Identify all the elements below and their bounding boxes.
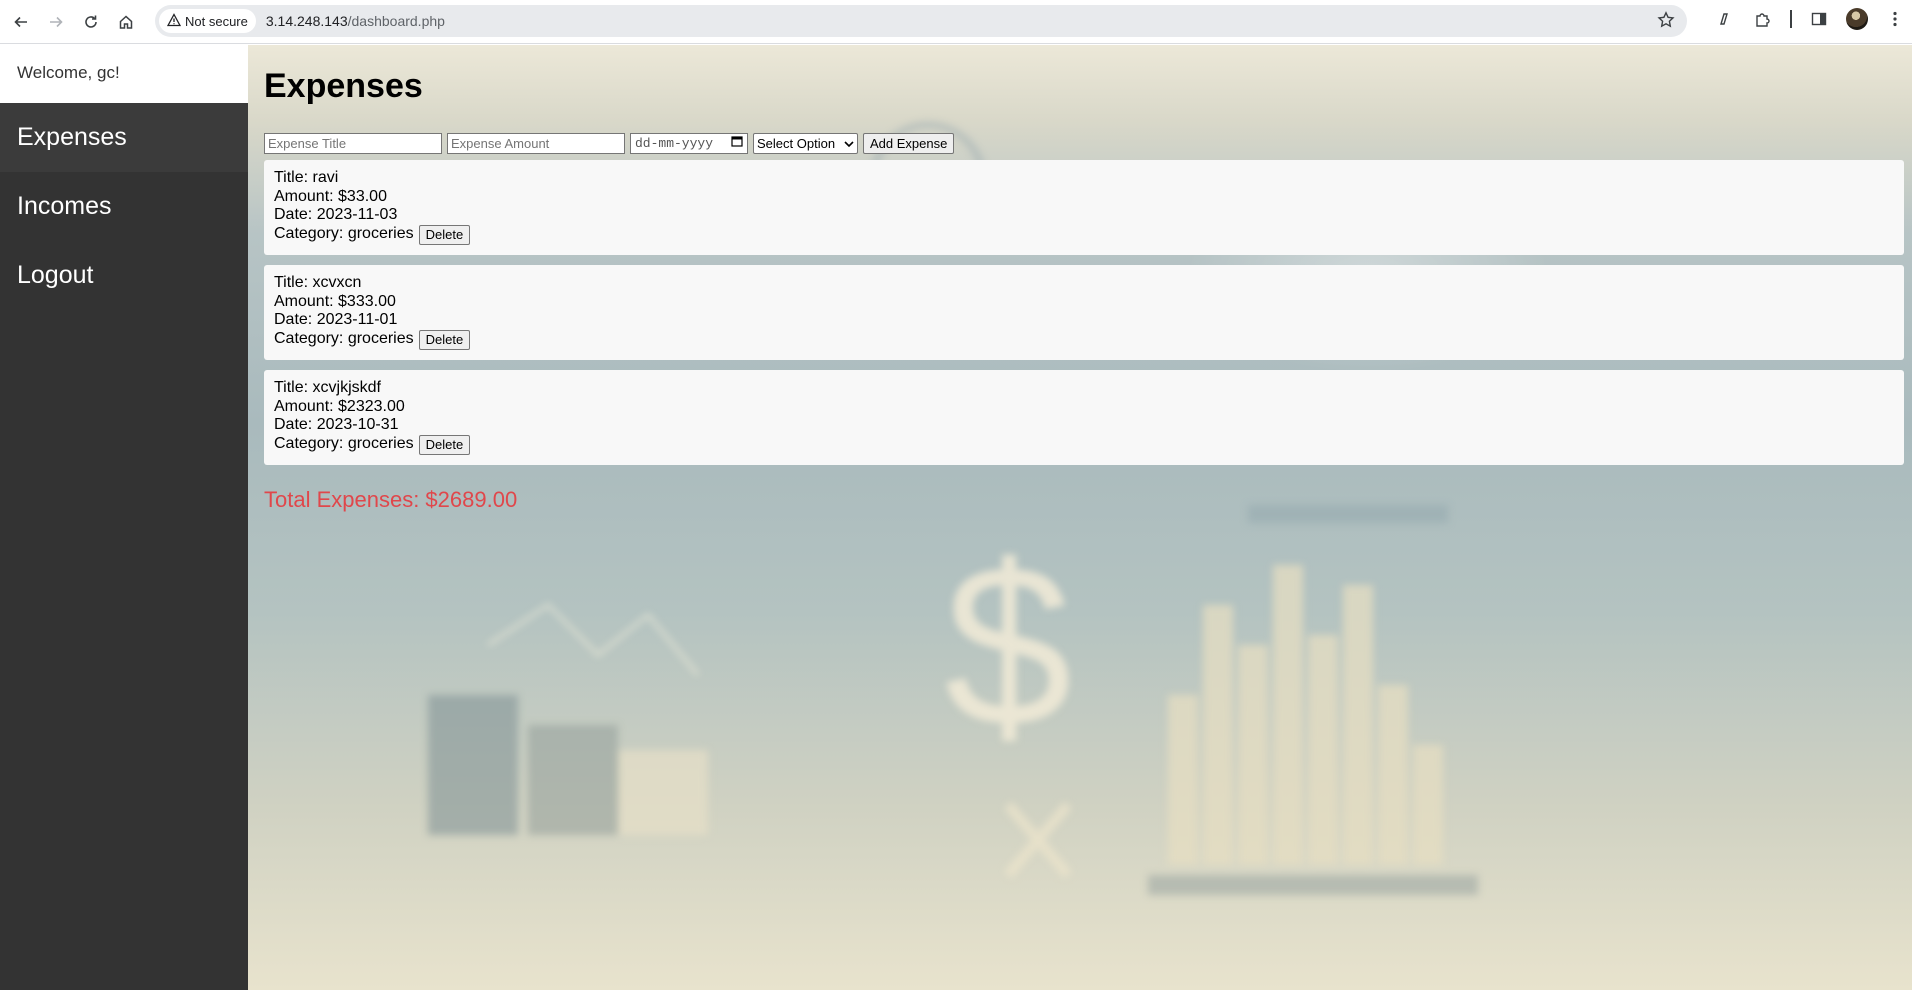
expense-amount-input[interactable] (447, 132, 625, 154)
delete-button[interactable]: Delete (418, 434, 471, 455)
expense-list: Title: ravi Amount: $33.00 Date: 2023-11… (264, 160, 1904, 465)
sidebar: Welcome, gc! Expenses Incomes Logout (0, 45, 248, 990)
expense-category: Category: groceries (274, 435, 414, 453)
expense-title: Title: ravi (274, 169, 339, 186)
expense-amount: Amount: $33.00 (274, 187, 387, 205)
browser-toolbar: Not secure 3.14.248.143/dashboard.php (0, 0, 1912, 44)
expense-category: Category: groceries (274, 330, 414, 348)
security-chip[interactable]: Not secure (159, 9, 256, 33)
expense-date-input[interactable]: dd-mm-yyyy (630, 132, 748, 154)
expense-card: Title: ravi Amount: $33.00 Date: 2023-11… (264, 160, 1904, 255)
expense-date: Date: 2023-11-01 (274, 311, 398, 328)
calendar-icon[interactable] (731, 135, 743, 151)
side-panel-icon[interactable] (1808, 8, 1830, 30)
chevron-down-icon (844, 136, 854, 151)
expenses-panel: Expenses dd-mm-yyyy Select Option Add Ex… (264, 45, 1904, 513)
expense-category: Category: groceries (274, 225, 414, 243)
add-expense-button[interactable]: Add Expense (863, 132, 955, 154)
warning-icon (166, 12, 182, 30)
url-path: /dashboard.php (347, 13, 445, 29)
forward-icon[interactable] (42, 8, 70, 36)
expense-amount: Amount: $2323.00 (274, 397, 405, 415)
sidebar-item-incomes[interactable]: Incomes (0, 172, 248, 241)
main-content: $ Expenses dd-mm-yyyy (248, 45, 1912, 990)
expense-amount: Amount: $333.00 (274, 292, 396, 310)
toolbar-actions (1714, 8, 1906, 30)
expense-category-row: Category: groceries Delete (274, 224, 1894, 245)
date-placeholder: dd-mm-yyyy (635, 135, 714, 151)
expense-title: Title: xcvxcn (274, 274, 362, 291)
star-icon[interactable] (1657, 11, 1675, 34)
toolbar-divider (1790, 10, 1792, 28)
page-title: Expenses (264, 67, 423, 105)
sidebar-item-expenses[interactable]: Expenses (0, 103, 248, 172)
url-text[interactable]: 3.14.248.143/dashboard.php (266, 13, 445, 29)
address-bar[interactable]: Not secure 3.14.248.143/dashboard.php (155, 5, 1687, 37)
url-host: 3.14.248.143 (265, 13, 348, 29)
home-icon[interactable] (112, 8, 140, 36)
total-expenses: Total Expenses: $2689.00 (264, 487, 518, 512)
sidebar-item-logout[interactable]: Logout (0, 241, 248, 310)
svg-text:$: $ (944, 517, 1072, 774)
category-select[interactable]: Select Option (753, 132, 858, 154)
welcome-message: Welcome, gc! (0, 45, 248, 103)
delete-button[interactable]: Delete (418, 329, 471, 350)
add-expense-form: dd-mm-yyyy Select Option Add Expense (264, 132, 1904, 154)
expense-category-row: Category: groceries Delete (274, 434, 1894, 455)
delete-button[interactable]: Delete (418, 224, 471, 245)
back-icon[interactable] (7, 8, 35, 36)
puzzle-icon[interactable] (1752, 8, 1774, 30)
expense-title: Title: xcvjkjskdf (274, 379, 381, 396)
expense-date: Date: 2023-10-31 (274, 416, 399, 433)
expense-date: Date: 2023-11-03 (274, 206, 398, 223)
expense-card: Title: xcvxcn Amount: $333.00 Date: 2023… (264, 265, 1904, 360)
extension-icon[interactable] (1714, 8, 1736, 30)
expense-card: Title: xcvjkjskdf Amount: $2323.00 Date:… (264, 370, 1904, 465)
menu-icon[interactable] (1884, 8, 1906, 30)
security-label: Not secure (185, 13, 248, 29)
reload-icon[interactable] (77, 8, 105, 36)
profile-avatar[interactable] (1846, 8, 1868, 30)
expense-title-input[interactable] (264, 132, 442, 154)
category-selected: Select Option (757, 135, 836, 151)
expense-category-row: Category: groceries Delete (274, 329, 1894, 350)
